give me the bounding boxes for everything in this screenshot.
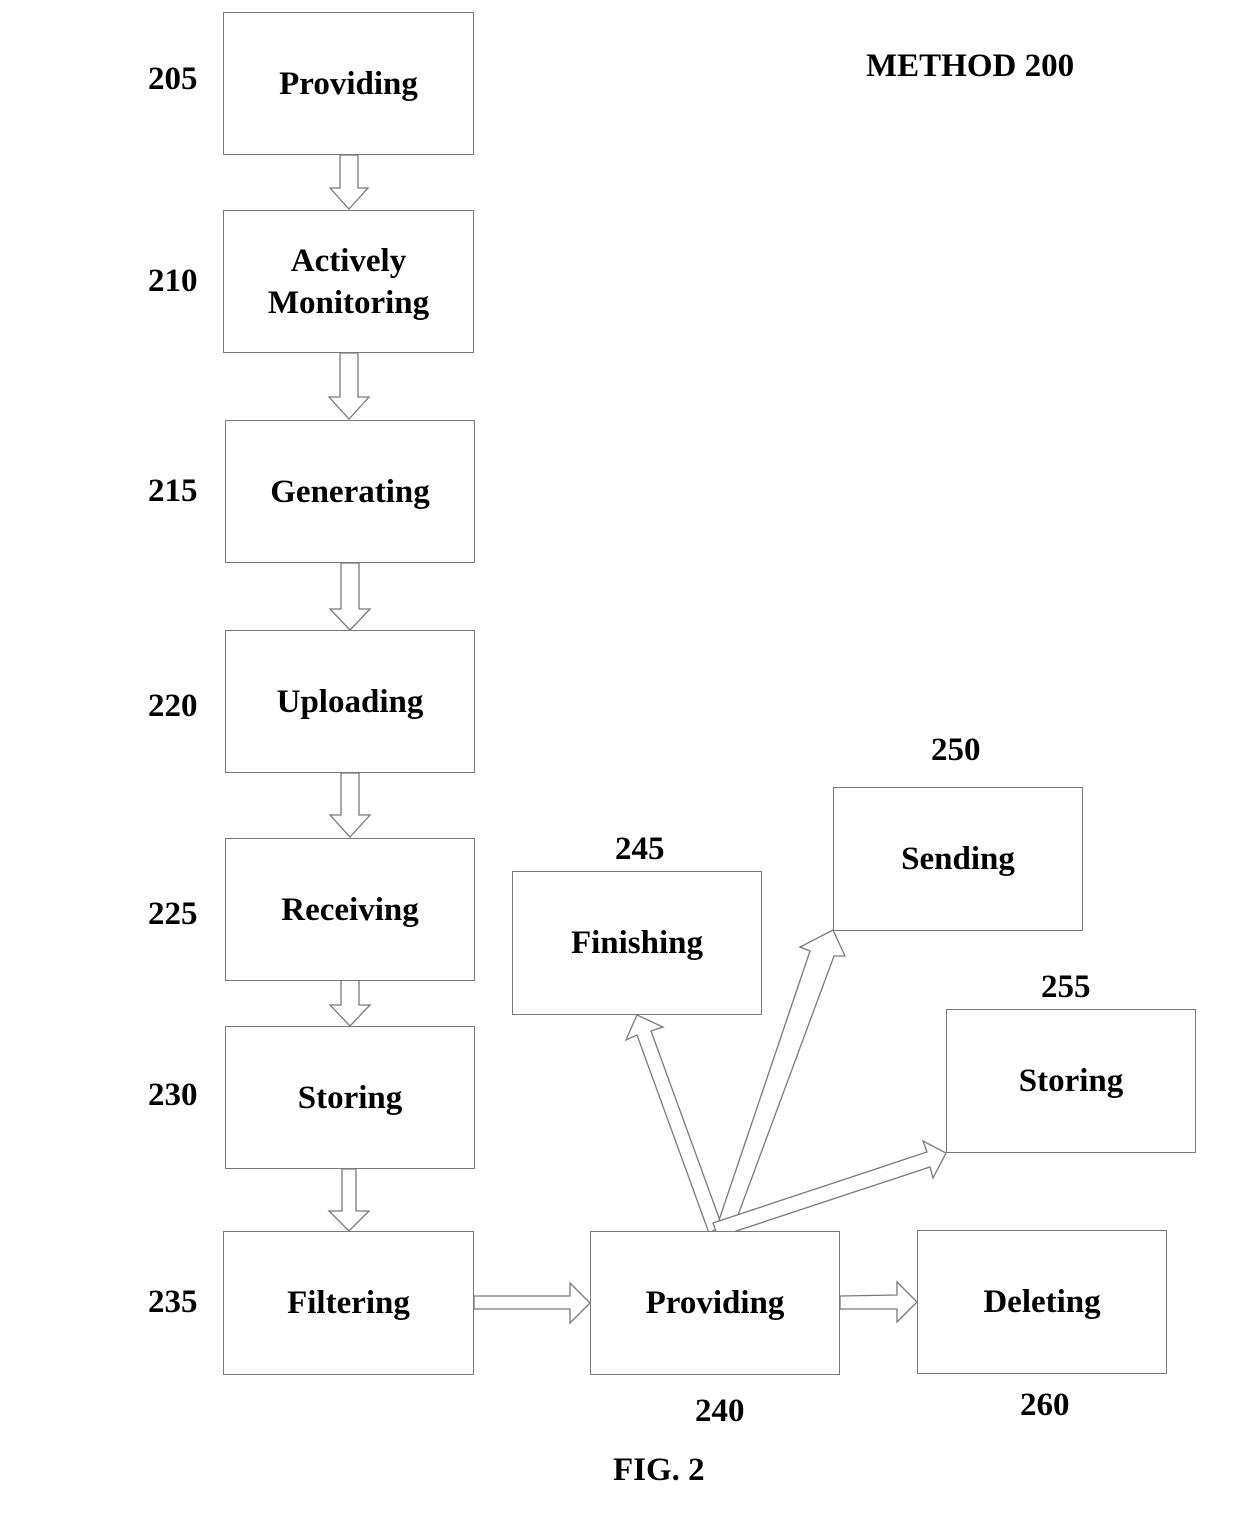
step-220-box: Uploading [225,630,475,773]
arrow-225-230 [328,979,372,1027]
step-250-box: Sending [833,787,1083,931]
step-220-ref: 220 [148,688,198,724]
step-260-box: Deleting [917,1230,1167,1374]
step-235-label: Filtering [287,1285,410,1321]
step-235-ref: 235 [148,1284,198,1320]
step-240-box: Providing [590,1231,840,1375]
step-215-ref: 215 [148,473,198,509]
arrow-240-260 [839,1280,918,1324]
step-215-box: Generating [225,420,475,563]
arrow-210-215 [327,352,371,420]
step-220-label: Uploading [276,683,424,720]
step-210-label: Actively Monitoring [267,242,430,321]
step-240-label: Providing [645,1285,785,1321]
step-255-box: Storing [946,1009,1196,1153]
arrow-235-240 [473,1281,591,1325]
step-245-box: Finishing [512,871,762,1015]
step-230-label: Storing [297,1079,403,1116]
step-245-ref: 245 [615,831,665,867]
step-225-ref: 225 [148,896,198,932]
step-210-box: Actively Monitoring [223,210,474,353]
step-250-label: Sending [901,841,1015,877]
step-235-box: Filtering [223,1231,474,1375]
arrow-220-225 [328,772,372,838]
step-245-label: Finishing [570,925,704,961]
arrow-205-210 [328,154,370,210]
step-215-label: Generating [270,473,430,510]
step-230-ref: 230 [148,1077,198,1113]
step-255-ref: 255 [1041,969,1091,1005]
step-240-ref: 240 [695,1393,745,1429]
step-230-box: Storing [225,1026,475,1169]
step-255-label: Storing [1018,1063,1124,1099]
step-225-label: Receiving [281,891,419,928]
step-250-ref: 250 [931,732,981,768]
step-260-label: Deleting [983,1284,1101,1320]
step-260-ref: 260 [1020,1387,1070,1423]
step-210-ref: 210 [148,263,198,299]
step-225-box: Receiving [225,838,475,981]
step-205-box: Providing [223,12,474,155]
arrow-230-235 [327,1168,371,1232]
arrow-240-245 [624,1014,723,1234]
step-205-label: Providing [279,65,418,102]
arrow-215-220 [328,562,372,631]
step-205-ref: 205 [148,61,198,97]
